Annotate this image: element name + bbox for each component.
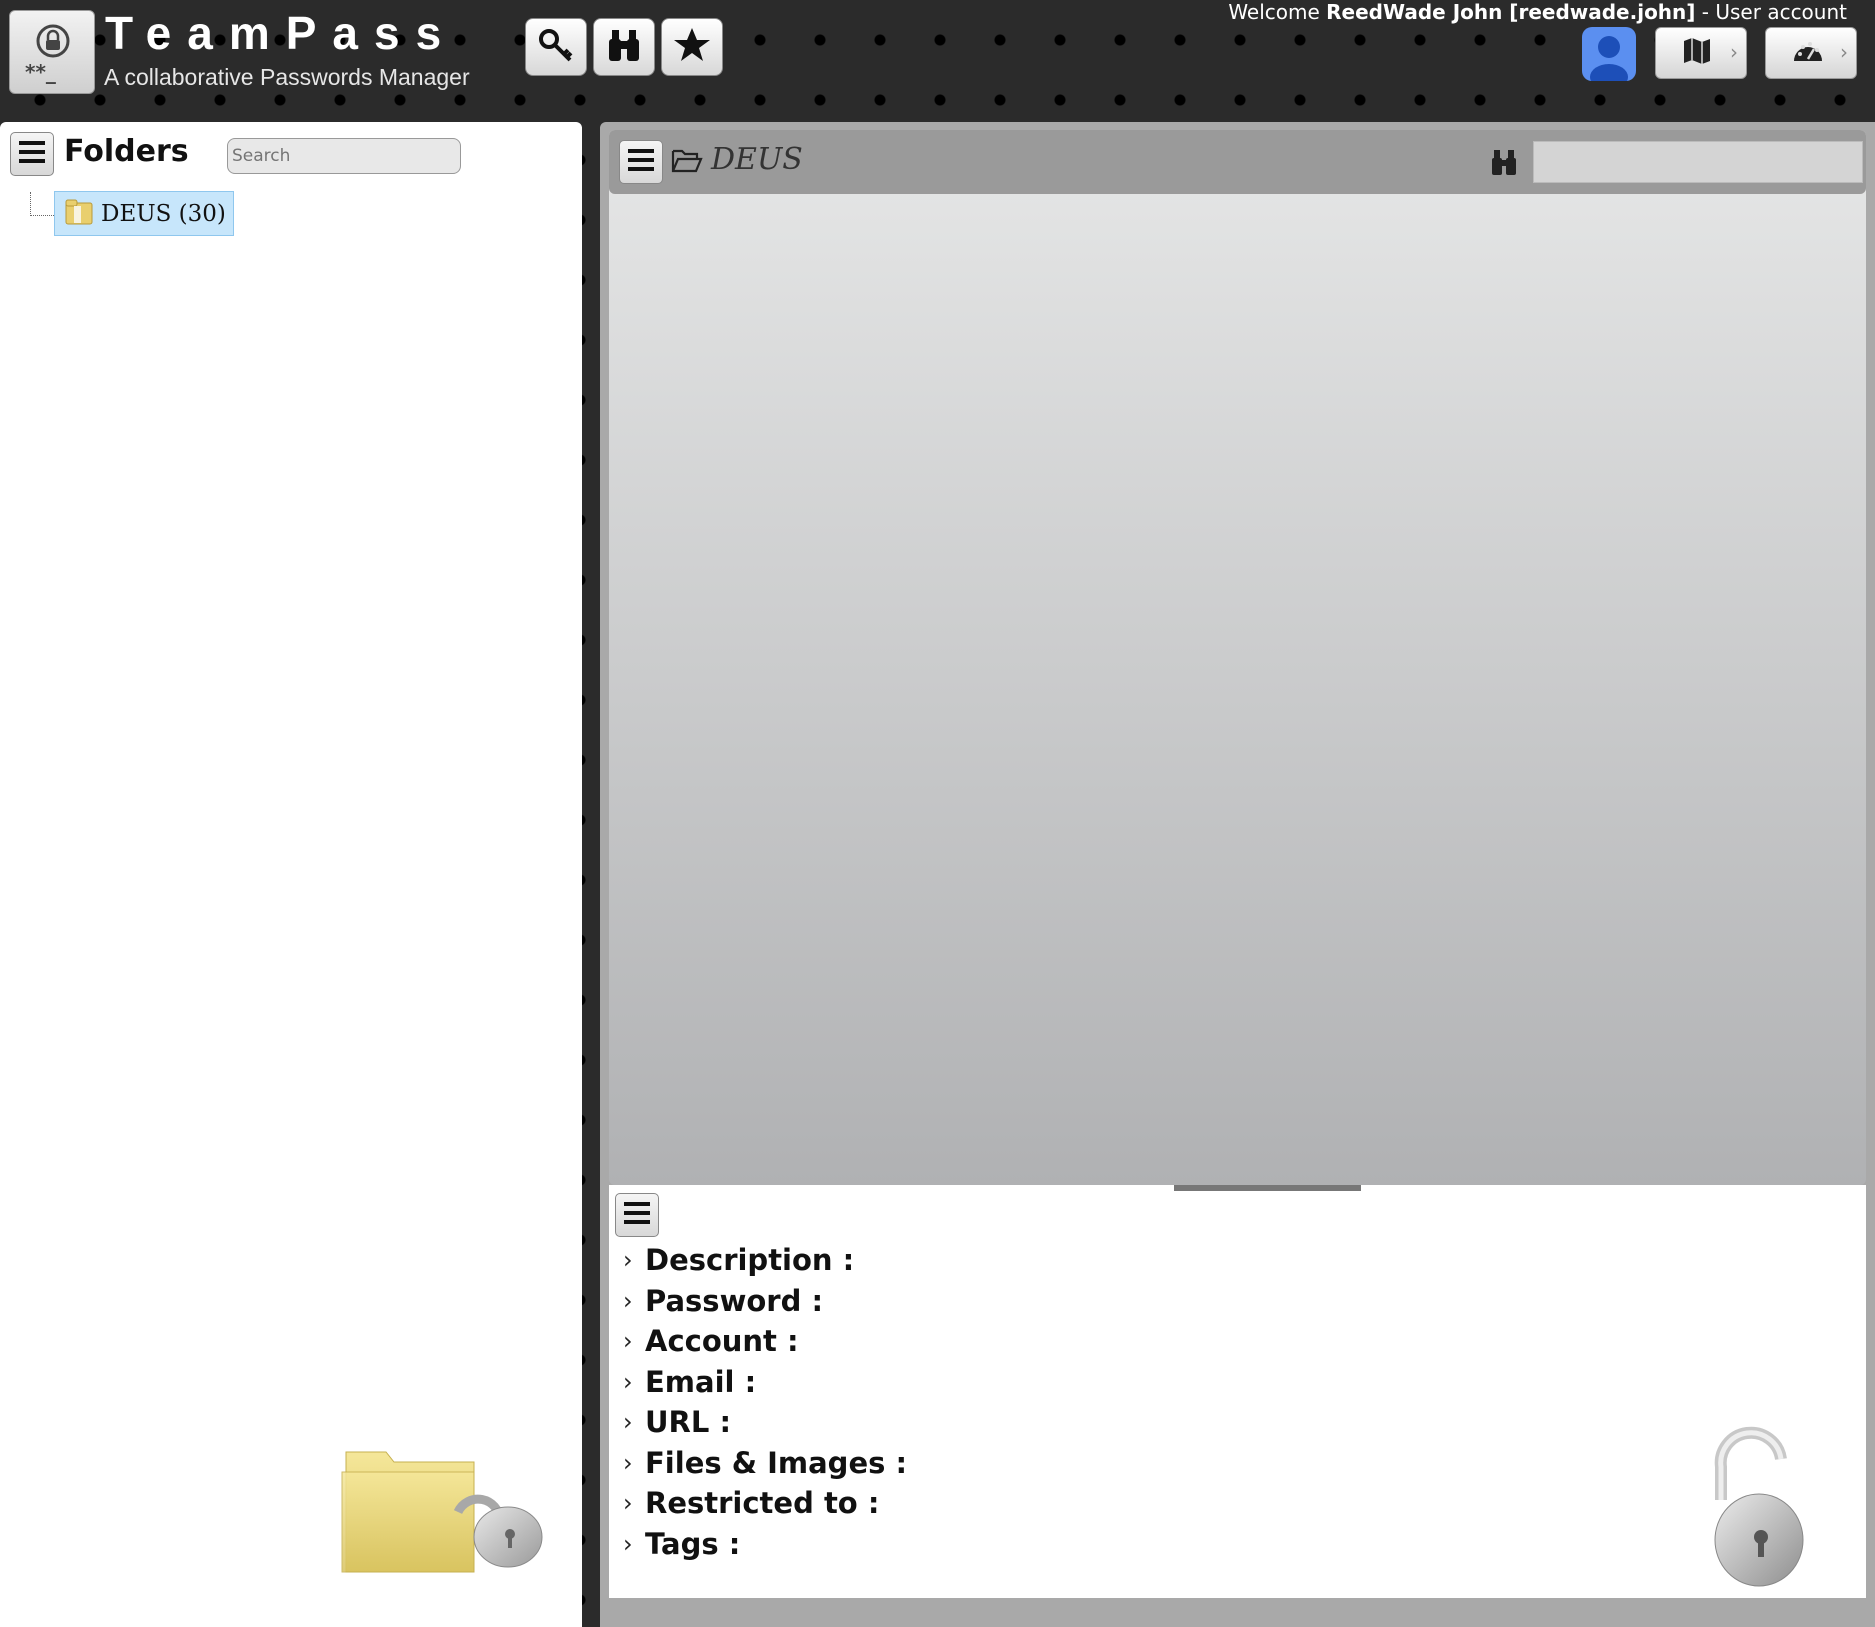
welcome-user: ReedWade John [reedwade.john] bbox=[1326, 0, 1696, 24]
brand-title: TeamPass bbox=[105, 7, 458, 59]
detail-field-files[interactable]: › Files & Images : bbox=[623, 1443, 907, 1484]
welcome-text: Welcome ReedWade John [reedwade.john] - … bbox=[1228, 0, 1847, 24]
folders-panel: Folders DEUS (30) bbox=[0, 122, 582, 1627]
chevron-right-icon: › bbox=[1840, 40, 1848, 64]
detail-field-label: Restricted to : bbox=[645, 1486, 880, 1521]
current-folder-title: DEUS bbox=[711, 142, 803, 177]
items-list-area: DEUS bbox=[609, 130, 1866, 1185]
tree-folder-deus[interactable]: DEUS (30) bbox=[54, 191, 234, 236]
dashboard-icon bbox=[1792, 37, 1824, 69]
binoculars-icon bbox=[604, 25, 644, 69]
folders-menu-button[interactable] bbox=[10, 132, 54, 176]
detail-field-label: Account : bbox=[645, 1324, 799, 1359]
map-icon bbox=[1682, 36, 1712, 70]
map-menu-button[interactable]: › bbox=[1655, 27, 1747, 79]
folder-icon bbox=[65, 199, 93, 229]
favourites-button[interactable] bbox=[661, 18, 723, 76]
detail-field-account[interactable]: › Account : bbox=[623, 1321, 907, 1362]
items-button[interactable] bbox=[525, 18, 587, 76]
chevron-right-icon: › bbox=[623, 1367, 633, 1396]
hamburger-icon bbox=[628, 149, 654, 175]
welcome-suffix: - User account bbox=[1695, 0, 1847, 24]
detail-field-email[interactable]: › Email : bbox=[623, 1362, 907, 1403]
item-details-panel: › Description : › Password : › Account :… bbox=[609, 1185, 1866, 1598]
detail-field-label: Files & Images : bbox=[645, 1445, 908, 1480]
details-menu-button[interactable] bbox=[615, 1193, 659, 1237]
detail-field-url[interactable]: › URL : bbox=[623, 1402, 907, 1443]
chevron-right-icon: › bbox=[623, 1529, 633, 1558]
chevron-right-icon: › bbox=[623, 1327, 633, 1356]
chevron-right-icon: › bbox=[623, 1246, 633, 1275]
chevron-right-icon: › bbox=[623, 1489, 633, 1518]
star-icon bbox=[672, 25, 712, 69]
padlock-illustration bbox=[1699, 1425, 1829, 1599]
hamburger-icon bbox=[624, 1202, 650, 1228]
items-panel: DEUS › Description: › Password: › Acco… bbox=[600, 122, 1875, 1627]
welcome-prefix: Welcome bbox=[1228, 0, 1327, 24]
binoculars-icon[interactable] bbox=[1489, 147, 1519, 181]
chevron-right-icon: › bbox=[623, 1286, 633, 1315]
detail-field-label: Password : bbox=[645, 1283, 824, 1318]
folder-open-icon bbox=[671, 145, 703, 179]
teampass-logo[interactable]: **_ bbox=[9, 10, 95, 94]
detail-field-password[interactable]: › Password : bbox=[623, 1281, 907, 1322]
panel-splitter-handle[interactable] bbox=[1174, 1185, 1361, 1191]
detail-field-tags[interactable]: › Tags : bbox=[623, 1524, 907, 1565]
chevron-right-icon: › bbox=[623, 1448, 633, 1477]
find-button[interactable] bbox=[593, 18, 655, 76]
user-icon bbox=[1582, 36, 1636, 81]
folder-search-input[interactable] bbox=[227, 138, 461, 174]
detail-field-restricted[interactable]: › Restricted to : bbox=[623, 1483, 907, 1524]
dashboard-menu-button[interactable]: › bbox=[1765, 27, 1857, 79]
detail-field-description[interactable]: › Description : bbox=[623, 1240, 907, 1281]
items-search-input[interactable] bbox=[1533, 141, 1863, 183]
detail-field-label: Email : bbox=[645, 1364, 757, 1399]
detail-field-label: Description : bbox=[645, 1243, 855, 1278]
tree-folder-label: DEUS (30) bbox=[101, 200, 226, 227]
folders-title: Folders bbox=[64, 134, 189, 169]
chevron-right-icon: › bbox=[1730, 40, 1738, 64]
detail-field-list: › Description : › Password : › Account :… bbox=[623, 1240, 907, 1564]
user-profile-button[interactable] bbox=[1582, 27, 1636, 81]
detail-field-label: URL : bbox=[645, 1405, 732, 1440]
tree-connector bbox=[30, 192, 54, 216]
svg-text:**_: **_ bbox=[25, 60, 56, 84]
brand-subtitle: A collaborative Passwords Manager bbox=[104, 64, 470, 90]
items-menu-button[interactable] bbox=[619, 140, 663, 184]
hamburger-icon bbox=[19, 141, 45, 167]
detail-field-label: Tags : bbox=[645, 1526, 741, 1561]
folder-lock-illustration bbox=[340, 1442, 550, 1626]
chevron-right-icon: › bbox=[623, 1408, 633, 1437]
app-header: **_ TeamPass A collaborative Passwords M… bbox=[0, 0, 1875, 110]
items-list-header: DEUS bbox=[609, 130, 1866, 194]
key-icon bbox=[536, 25, 576, 69]
